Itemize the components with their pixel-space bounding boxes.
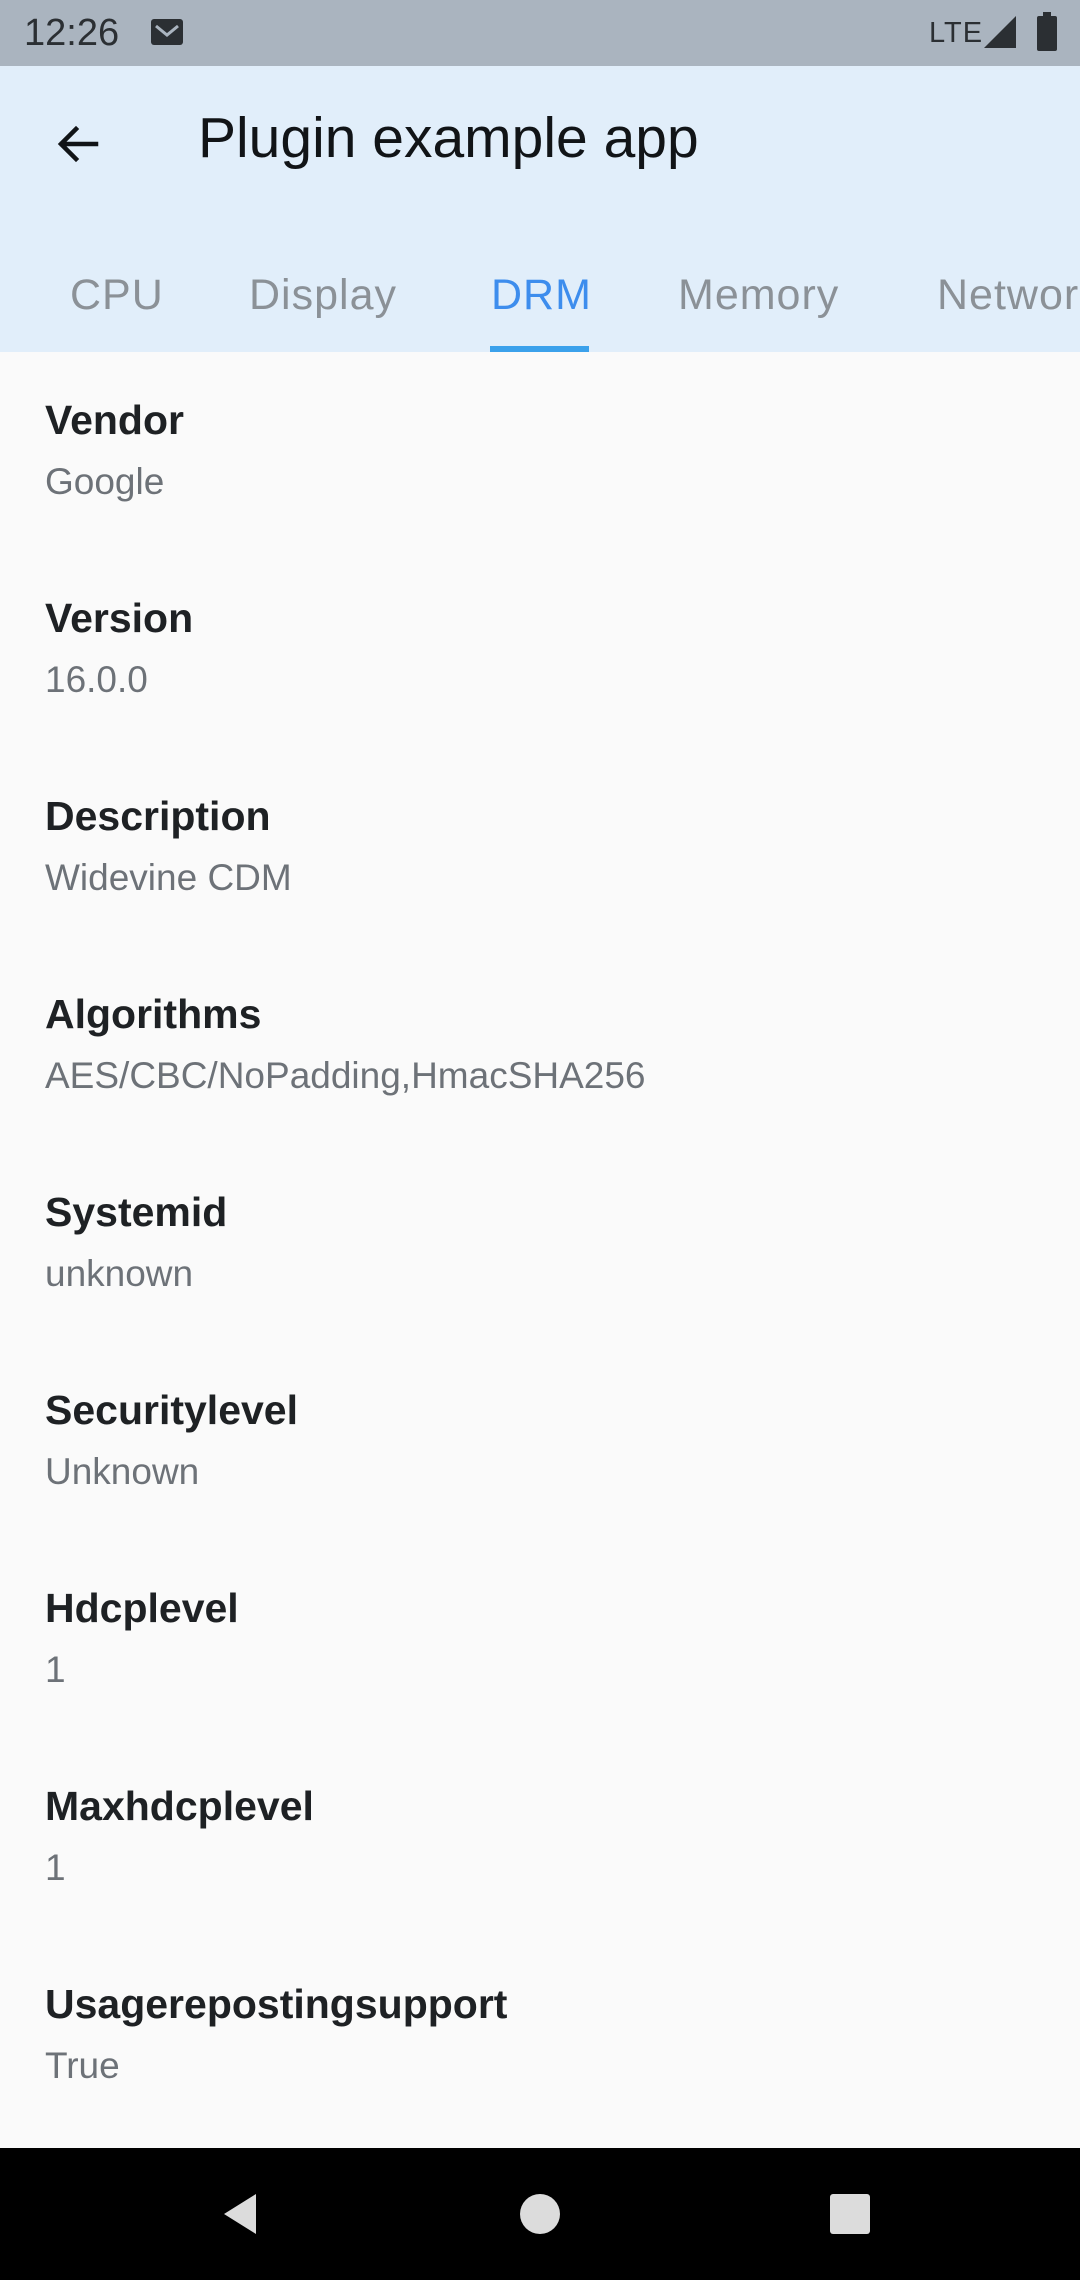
tab-display[interactable]: Display <box>249 238 397 352</box>
item-value: 1 <box>45 1649 66 1690</box>
item-title: Description <box>45 793 271 839</box>
app-bar: Plugin example app CPU Display DRM Memor… <box>0 66 1080 352</box>
list-item-maxhdcplevel: Maxhdcplevel 1 <box>45 1780 1045 1894</box>
arrow-back-icon <box>57 125 99 163</box>
list-item-vendor: Vendor Google <box>45 394 1045 508</box>
tab-cpu[interactable]: CPU <box>70 238 164 352</box>
item-value: Unknown <box>45 1451 200 1492</box>
tab-network[interactable]: Network <box>937 238 1080 352</box>
tab-memory[interactable]: Memory <box>678 238 839 352</box>
nav-back-icon <box>224 2194 256 2234</box>
status-time: 12:26 <box>24 12 120 54</box>
tab-drm[interactable]: DRM <box>491 238 592 352</box>
item-title: Systemid <box>45 1189 228 1235</box>
network-type: LTE <box>929 17 984 49</box>
item-title: Vendor <box>45 397 184 443</box>
list-item-description: Description Widevine CDM <box>45 790 1045 904</box>
back-button[interactable] <box>38 104 118 184</box>
item-value: AES/CBC/NoPadding,HmacSHA256 <box>45 1055 646 1096</box>
item-title: Algorithms <box>45 991 262 1037</box>
item-value: Widevine CDM <box>45 857 292 898</box>
list-item-systemid: Systemid unknown <box>45 1186 1045 1300</box>
status-bar: 12:26 LTE <box>0 0 1080 66</box>
nav-home-button[interactable] <box>490 2168 590 2260</box>
nav-back-button[interactable] <box>190 2168 290 2260</box>
signal-icon <box>982 14 1018 50</box>
list-item-usagerepostingsupport: Usagerepostingsupport True <box>45 1978 1045 2092</box>
item-title: Securitylevel <box>45 1387 298 1433</box>
drm-info-list: Vendor Google Version 16.0.0 Description… <box>0 352 1080 2148</box>
item-title: Maxhdcplevel <box>45 1783 314 1829</box>
item-title: Version <box>45 595 194 641</box>
nav-recents-button[interactable] <box>800 2168 900 2260</box>
battery-icon <box>1036 12 1058 52</box>
item-value: 1 <box>45 1847 66 1888</box>
nav-home-icon <box>520 2194 560 2234</box>
item-value: unknown <box>45 1253 194 1294</box>
tab-bar: CPU Display DRM Memory Network <box>0 238 1080 352</box>
item-value: Google <box>45 461 165 502</box>
item-title: Usagerepostingsupport <box>45 1981 508 2027</box>
item-value: True <box>45 2045 120 2086</box>
list-item-hdcplevel: Hdcplevel 1 <box>45 1582 1045 1696</box>
list-item-securitylevel: Securitylevel Unknown <box>45 1384 1045 1498</box>
system-nav-bar <box>0 2148 1080 2280</box>
list-item-version: Version 16.0.0 <box>45 592 1045 706</box>
item-title: Hdcplevel <box>45 1585 239 1631</box>
item-value: 16.0.0 <box>45 659 148 700</box>
list-item-algorithms: Algorithms AES/CBC/NoPadding,HmacSHA256 <box>45 988 1045 1102</box>
mail-icon <box>150 18 184 46</box>
page-title: Plugin example app <box>198 106 699 170</box>
nav-recents-icon <box>830 2194 870 2234</box>
